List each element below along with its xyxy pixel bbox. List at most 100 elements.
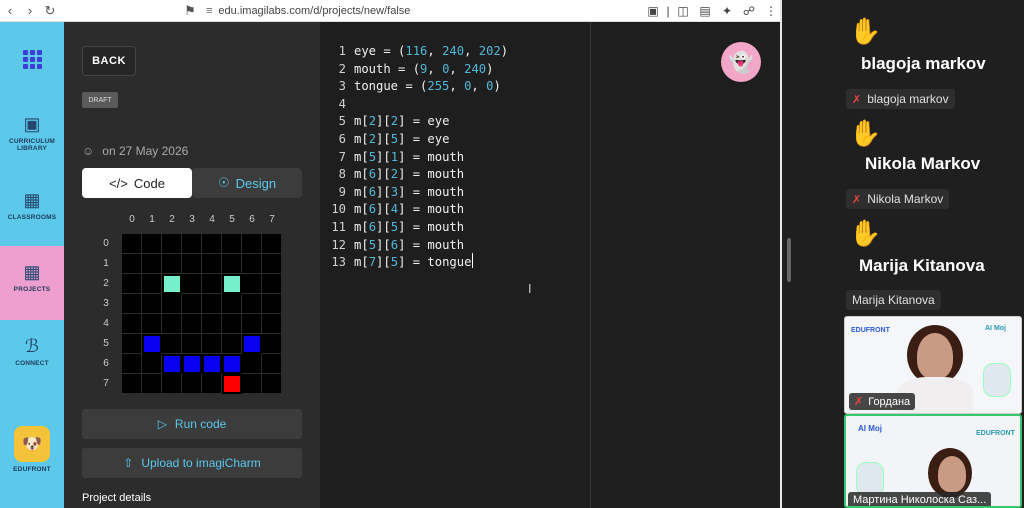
refresh-icon[interactable]: ↻ bbox=[40, 1, 60, 21]
code-line[interactable]: 10 m[6][4] = mouth bbox=[320, 200, 464, 218]
menu-icon[interactable]: ⋮ bbox=[760, 1, 782, 21]
site-info-icon[interactable]: ≡ bbox=[206, 5, 212, 17]
matrix-cell[interactable] bbox=[242, 234, 261, 253]
video-tile-active-speaker[interactable]: AI Мој EDUFRONT Мартина Николоска Саз... bbox=[844, 414, 1022, 508]
matrix-cell[interactable] bbox=[262, 294, 281, 313]
matrix-cell[interactable] bbox=[122, 334, 141, 353]
matrix-cell[interactable] bbox=[122, 234, 141, 253]
matrix-cell[interactable] bbox=[242, 294, 261, 313]
code-line[interactable]: 3 tongue = (255, 0, 0) bbox=[320, 77, 501, 95]
matrix-cell[interactable] bbox=[242, 314, 261, 333]
sidebar-item-home[interactable] bbox=[0, 50, 64, 69]
code-line[interactable]: 8 m[6][2] = mouth bbox=[320, 165, 464, 183]
sidebar-item-edufront[interactable]: 🐶 EDUFRONT bbox=[0, 426, 64, 473]
bookmark-icon[interactable]: ⚑ bbox=[180, 1, 200, 21]
tab-design[interactable]: ☉ Design bbox=[192, 168, 302, 198]
matrix-cell[interactable] bbox=[262, 354, 281, 373]
matrix-cell[interactable] bbox=[142, 374, 161, 393]
matrix-cell[interactable] bbox=[182, 234, 201, 253]
matrix-cell[interactable] bbox=[242, 254, 261, 273]
matrix-cell[interactable] bbox=[222, 334, 241, 353]
matrix-cell[interactable] bbox=[144, 336, 160, 352]
matrix-cell[interactable] bbox=[262, 314, 281, 333]
matrix-cell[interactable] bbox=[202, 334, 221, 353]
ai-sparkle-icon[interactable]: ✦ bbox=[716, 1, 738, 21]
matrix-cell[interactable] bbox=[142, 314, 161, 333]
sidebar-item-projects[interactable]: ▦ PROJECTS bbox=[0, 246, 64, 320]
matrix-cell[interactable] bbox=[122, 254, 141, 273]
matrix-cell[interactable] bbox=[202, 374, 221, 393]
matrix-cell[interactable] bbox=[262, 274, 281, 293]
matrix-cell[interactable] bbox=[162, 294, 181, 313]
matrix-cell[interactable] bbox=[204, 356, 220, 372]
matrix-cell[interactable] bbox=[222, 234, 241, 253]
code-line[interactable]: 4 bbox=[320, 95, 354, 113]
code-line[interactable]: 9 m[6][3] = mouth bbox=[320, 183, 464, 201]
matrix-cell[interactable] bbox=[262, 254, 281, 273]
video-tile[interactable]: EDUFRONT AI Мој ✗ Гордана bbox=[844, 316, 1022, 414]
matrix-cell[interactable] bbox=[242, 354, 261, 373]
matrix-cell[interactable] bbox=[202, 294, 221, 313]
matrix-cell[interactable] bbox=[122, 354, 141, 373]
matrix-cell[interactable] bbox=[184, 356, 200, 372]
ghost-avatar-icon[interactable]: 👻 bbox=[721, 42, 761, 82]
sidebar-item-classrooms[interactable]: ▦ CLASSROOMS bbox=[0, 190, 64, 221]
matrix-cell[interactable] bbox=[162, 374, 181, 393]
matrix-cell[interactable] bbox=[142, 354, 161, 373]
matrix-cell[interactable] bbox=[182, 274, 201, 293]
matrix-cell[interactable] bbox=[222, 294, 241, 313]
matrix-cell[interactable] bbox=[162, 314, 181, 333]
matrix-cell[interactable] bbox=[202, 254, 221, 273]
sidebar-item-connect[interactable]: ℬ CONNECT bbox=[0, 336, 64, 367]
code-line[interactable]: 5 m[2][2] = eye bbox=[320, 112, 450, 130]
matrix-cell[interactable] bbox=[224, 276, 240, 292]
code-line[interactable]: 13 m[7][5] = tongue bbox=[320, 253, 474, 271]
run-code-button[interactable]: ▷ Run code bbox=[82, 409, 302, 439]
project-details-heading[interactable]: Project details bbox=[82, 492, 151, 504]
matrix-cell[interactable] bbox=[242, 274, 261, 293]
matrix-cell[interactable] bbox=[122, 274, 141, 293]
matrix-cell[interactable] bbox=[244, 336, 260, 352]
matrix-cell[interactable] bbox=[262, 374, 281, 393]
matrix-cell[interactable] bbox=[142, 294, 161, 313]
matrix-cell[interactable] bbox=[262, 334, 281, 353]
panel-resize-handle[interactable] bbox=[787, 238, 791, 282]
wallet-icon[interactable]: ▤ bbox=[694, 1, 716, 21]
tab-code[interactable]: </> Code bbox=[82, 168, 192, 198]
matrix-cell[interactable] bbox=[122, 374, 141, 393]
code-line[interactable]: 2 mouth = (9, 0, 240) bbox=[320, 60, 494, 78]
sidebar-item-curriculum-library[interactable]: ▣ CURRICULUM LIBRARY bbox=[0, 114, 64, 152]
matrix-cell[interactable] bbox=[262, 234, 281, 253]
matrix-cell[interactable] bbox=[222, 314, 241, 333]
code-line[interactable]: 1 eye = (116, 240, 202) bbox=[320, 42, 508, 60]
matrix-cell[interactable] bbox=[202, 274, 221, 293]
matrix-cell[interactable] bbox=[182, 374, 201, 393]
matrix-cell[interactable] bbox=[142, 254, 161, 273]
matrix-cell[interactable] bbox=[164, 276, 180, 292]
code-line[interactable]: 7 m[5][1] = mouth bbox=[320, 148, 464, 166]
code-line[interactable]: 12 m[5][6] = mouth bbox=[320, 236, 464, 254]
matrix-cell[interactable] bbox=[242, 374, 261, 393]
address-bar[interactable]: ≡ edu.imagilabs.com/d/projects/new/false bbox=[200, 1, 642, 21]
code-line[interactable]: 11 m[6][5] = mouth bbox=[320, 218, 464, 236]
matrix-cell[interactable] bbox=[182, 254, 201, 273]
upload-button[interactable]: ⇧ Upload to imagiCharm bbox=[82, 448, 302, 478]
back-nav-icon[interactable]: ‹ bbox=[0, 1, 20, 21]
cast-icon[interactable]: ▣ bbox=[642, 1, 664, 21]
matrix-cell[interactable] bbox=[182, 294, 201, 313]
matrix-cell[interactable] bbox=[224, 376, 240, 392]
matrix-cell[interactable] bbox=[162, 254, 181, 273]
back-button[interactable]: BACK bbox=[82, 46, 136, 76]
split-view-icon[interactable]: ◫ bbox=[672, 1, 694, 21]
matrix-cell[interactable] bbox=[164, 356, 180, 372]
code-editor[interactable]: Ⅰ 1 eye = (116, 240, 202) 2 mouth = (9, 0, … bbox=[320, 22, 590, 508]
matrix-cell[interactable] bbox=[122, 294, 141, 313]
matrix-cell[interactable] bbox=[224, 356, 240, 372]
matrix-cell[interactable] bbox=[142, 274, 161, 293]
forward-nav-icon[interactable]: › bbox=[20, 1, 40, 21]
matrix-cell[interactable] bbox=[222, 254, 241, 273]
code-line[interactable]: 6 m[2][5] = eye bbox=[320, 130, 450, 148]
matrix-cell[interactable] bbox=[182, 314, 201, 333]
matrix-cell[interactable] bbox=[202, 314, 221, 333]
matrix-cell[interactable] bbox=[122, 314, 141, 333]
